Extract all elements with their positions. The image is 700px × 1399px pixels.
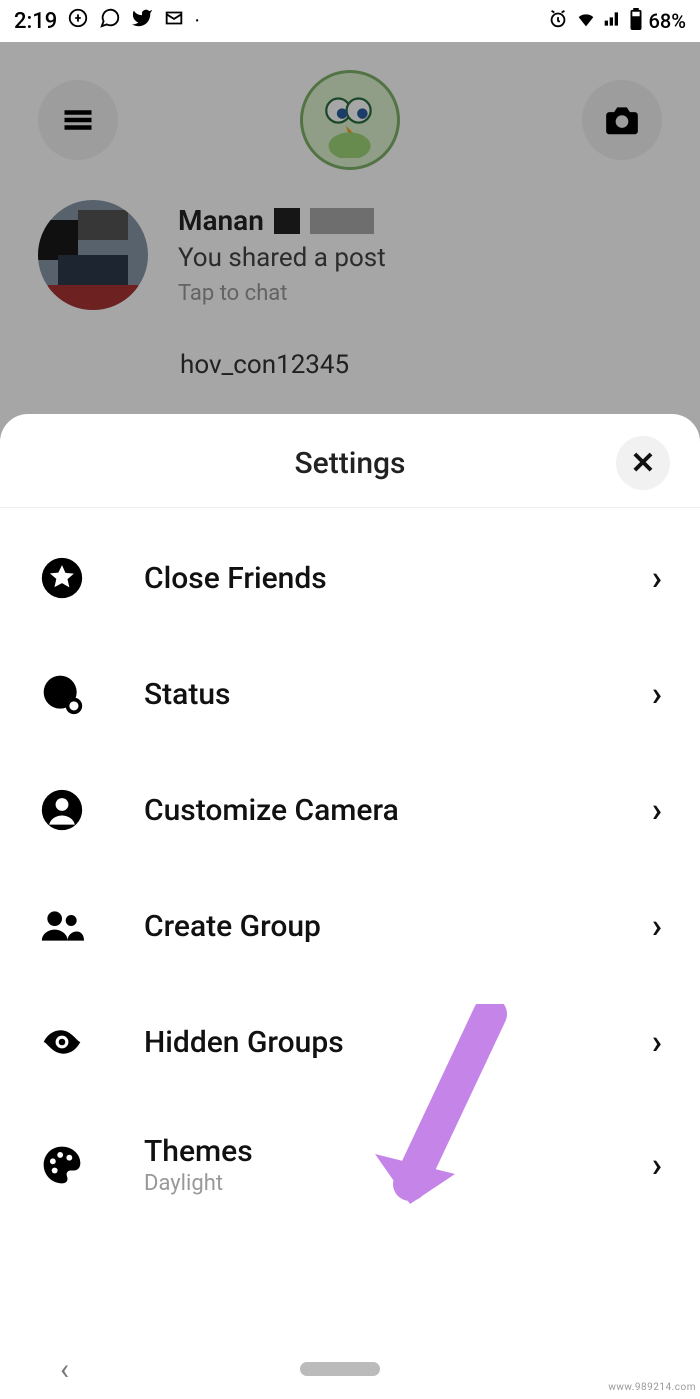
signal-icon [603,9,623,34]
status-bar: 2:19 • [0,0,700,42]
sheet-title: Settings [0,446,700,481]
settings-item-customize-camera[interactable]: Customize Camera › [0,752,700,868]
watermark: www.989214.com [608,1382,696,1393]
settings-label: Hidden Groups [144,1025,652,1060]
settings-sheet: Settings ✕ Close Friends › St [0,414,700,1399]
chevron-right-icon: › [652,558,662,598]
nav-home-pill[interactable] [300,1362,380,1376]
close-icon: ✕ [630,446,655,481]
battery-icon [629,8,643,35]
group-icon [38,902,86,950]
status-icon [38,670,86,718]
alarm-icon [547,8,569,35]
battery-percent: 68% [649,9,686,33]
settings-label: Customize Camera [144,793,652,828]
chevron-right-icon: › [652,1022,662,1062]
settings-list: Close Friends › Status › Customize Camer… [0,508,700,1399]
notif-circle-icon [67,7,89,35]
settings-item-close-friends[interactable]: Close Friends › [0,520,700,636]
settings-sublabel: Daylight [144,1171,652,1196]
wifi-icon [575,8,597,35]
person-circle-icon [38,786,86,834]
nav-bar: ‹ [0,1339,700,1399]
whatsapp-icon [99,7,121,35]
settings-label: Status [144,677,652,712]
chevron-right-icon: › [652,1145,662,1185]
settings-item-create-group[interactable]: Create Group › [0,868,700,984]
chevron-right-icon: › [652,790,662,830]
dot-icon: • [195,16,199,27]
nav-back-button[interactable]: ‹ [60,1352,69,1387]
status-time: 2:19 [14,9,57,34]
sheet-header: Settings ✕ [0,414,700,508]
star-circle-icon [38,554,86,602]
settings-label: Close Friends [144,561,652,596]
twitter-icon [131,7,153,35]
palette-icon [38,1141,86,1189]
settings-item-status[interactable]: Status › [0,636,700,752]
close-button[interactable]: ✕ [616,436,670,490]
eye-icon [38,1018,86,1066]
settings-item-themes[interactable]: Themes Daylight › [0,1100,700,1230]
chevron-right-icon: › [652,674,662,714]
settings-item-hidden-groups[interactable]: Hidden Groups › [0,984,700,1100]
mail-icon [163,7,185,35]
settings-label: Create Group [144,909,652,944]
chevron-right-icon: › [652,906,662,946]
settings-label: Themes [144,1134,652,1169]
